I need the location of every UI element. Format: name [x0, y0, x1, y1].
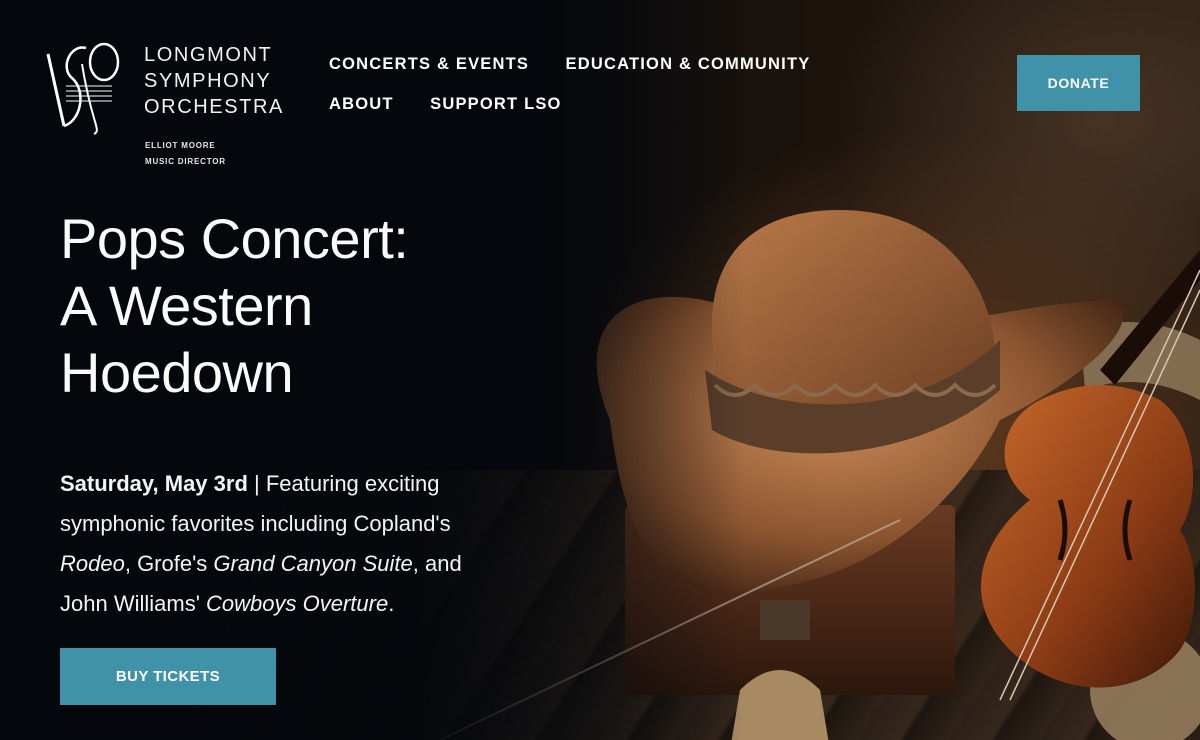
nav-about[interactable]: ABOUT — [329, 84, 394, 124]
title-line: Pops Concert: — [60, 207, 409, 270]
nav-education-community[interactable]: EDUCATION & COMMUNITY — [566, 44, 811, 84]
work-title: Rodeo — [60, 551, 125, 576]
nav-support-lso[interactable]: SUPPORT LSO — [430, 84, 561, 124]
logo-wordmark: LONGMONT SYMPHONY ORCHESTRA — [144, 42, 284, 120]
desc-text: . — [388, 591, 395, 616]
site-logo[interactable]: LONGMONT SYMPHONY ORCHESTRA ELLIOT MOORE… — [42, 30, 282, 170]
logo-line: ORCHESTRA — [144, 96, 284, 118]
event-title: Pops Concert: A Western Hoedown — [60, 205, 409, 406]
director-name: ELLIOT MOORE — [145, 141, 216, 150]
title-line: A Western — [60, 274, 313, 337]
title-line: Hoedown — [60, 341, 294, 404]
desc-text: , Grofe's — [124, 551, 214, 576]
main-nav: CONCERTS & EVENTS EDUCATION & COMMUNITY … — [329, 44, 929, 124]
event-date: Saturday, May 3rd — [60, 471, 248, 496]
nav-concerts-events[interactable]: CONCERTS & EVENTS — [329, 44, 529, 84]
work-title: Cowboys Overture — [206, 591, 389, 616]
logo-line: SYMPHONY — [144, 70, 272, 92]
separator: | — [247, 471, 266, 496]
buy-tickets-button[interactable]: BUY TICKETS — [60, 648, 276, 705]
lso-monogram-icon — [46, 42, 120, 135]
logo-line: LONGMONT — [144, 44, 273, 66]
director-title: MUSIC DIRECTOR — [145, 157, 226, 166]
work-title: Grand Canyon Suite — [213, 551, 413, 576]
event-description: Saturday, May 3rd | Featuring exciting s… — [60, 464, 480, 624]
music-director-credit: ELLIOT MOORE MUSIC DIRECTOR — [145, 138, 226, 170]
donate-button[interactable]: DONATE — [1017, 55, 1140, 111]
